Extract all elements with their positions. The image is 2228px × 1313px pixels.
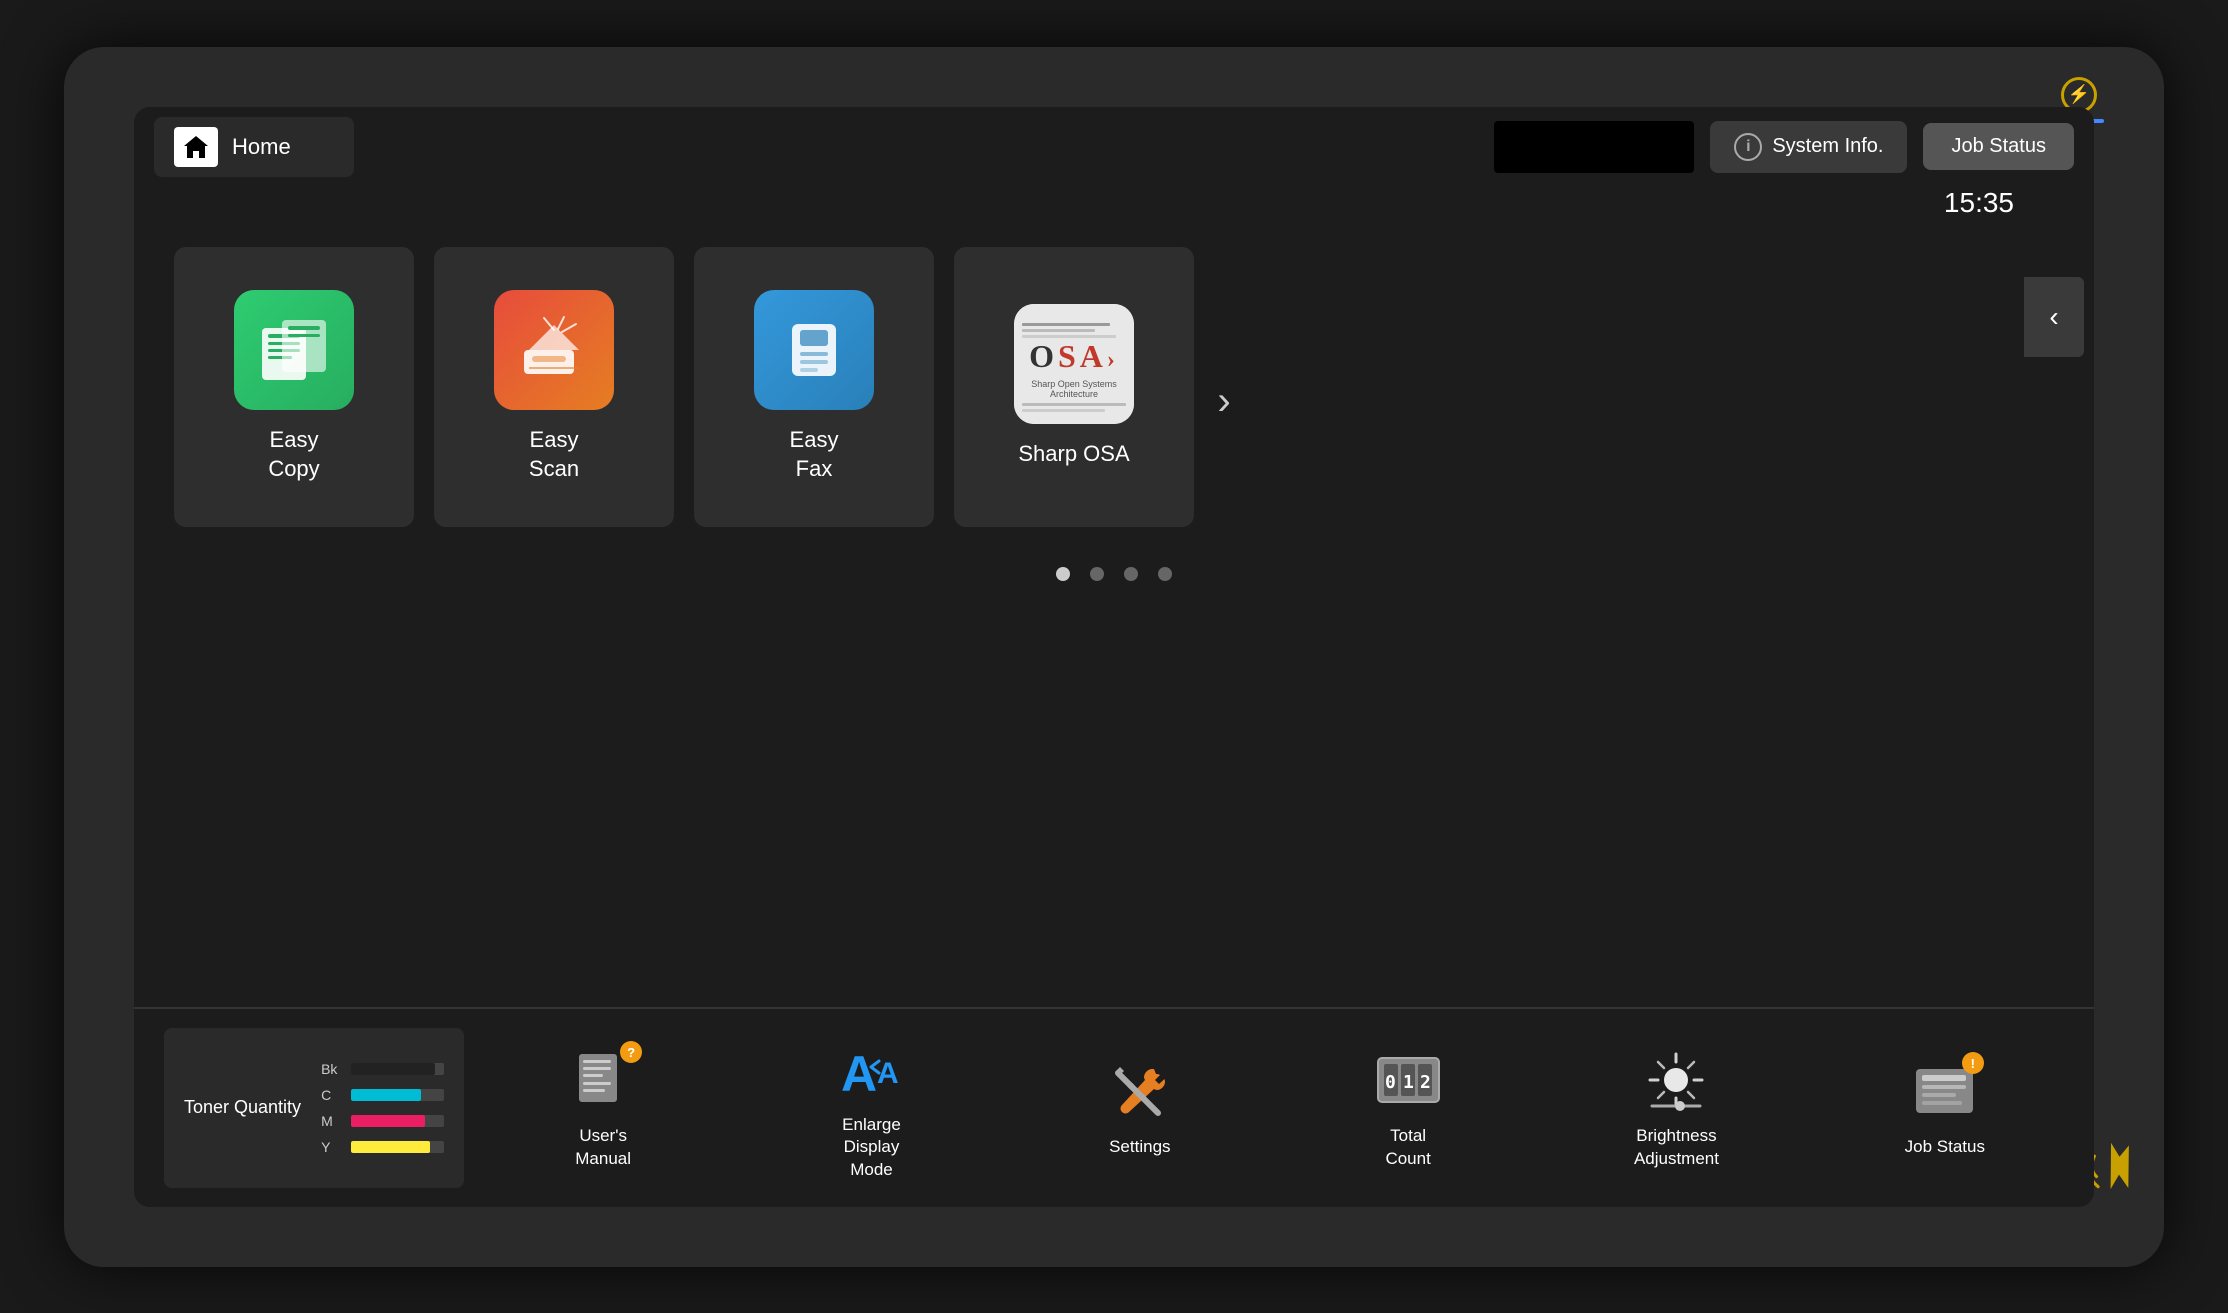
settings-label: Settings [1109,1136,1170,1158]
home-label: Home [232,134,291,160]
grid-row: EasyCopy [174,247,2054,557]
main-content: ‹ [134,227,2094,1007]
job-status-badge: ! [1962,1052,1984,1074]
toner-bar-bg-c [351,1089,444,1101]
easy-scan-icon [494,290,614,410]
users-manual-label: User'sManual [575,1125,631,1169]
info-icon: i [1734,133,1762,161]
app-tile-easy-copy[interactable]: EasyCopy [174,247,414,527]
toner-fill-m [351,1115,425,1127]
job-status-bottom-button[interactable]: ! Job Status [1895,1056,1995,1158]
toner-row-y: Y [321,1139,444,1155]
toner-row-m: M [321,1113,444,1129]
app-tile-easy-scan[interactable]: EasyScan [434,247,674,527]
enlarge-display-label: EnlargeDisplayMode [842,1114,901,1180]
sharp-osa-label: Sharp OSA [1018,440,1129,469]
device-frame: ⚡ Home i System In [64,47,2164,1267]
users-manual-badge: ? [620,1041,642,1063]
enlarge-display-icon-container: A A [836,1034,906,1104]
grid-next-icon: › [1217,379,1230,424]
toner-bars: Bk C M [321,1061,444,1155]
brightness-label: BrightnessAdjustment [1634,1125,1719,1169]
easy-fax-label: EasyFax [790,426,839,483]
easy-copy-label: EasyCopy [268,426,319,483]
header-display [1494,121,1694,173]
toner-fill-y [351,1141,430,1153]
toner-bar-bg-m [351,1115,444,1127]
easy-fax-icon [754,290,874,410]
pagination-dots [1056,567,1172,581]
easy-scan-label: EasyScan [529,426,579,483]
screen: Home i System Info. Job Status 15:35 ‹ [134,107,2094,1207]
toner-label: Toner Quantity [184,1095,301,1120]
total-count-icon: 0 1 2 [1376,1050,1441,1110]
app-grid: EasyCopy [174,247,1194,527]
job-status-header-label: Job Status [1951,135,2046,157]
toner-key-m: M [321,1113,341,1129]
dot-4[interactable] [1158,567,1172,581]
enlarge-display-button[interactable]: A A EnlargeDisplayMode [821,1034,921,1180]
toner-row-bk: Bk [321,1061,444,1077]
toner-key-c: C [321,1087,341,1103]
users-manual-button[interactable]: ? User'sManual [553,1045,653,1169]
toner-bar-bg-bk [351,1063,444,1075]
svg-text:1: 1 [1403,1072,1414,1093]
grid-next-button[interactable]: › [1194,247,1254,557]
bottom-bar: Toner Quantity Bk C [134,1007,2094,1207]
brightness-icon [1644,1048,1709,1113]
system-info-button[interactable]: i System Info. [1710,121,1907,173]
toner-key-y: Y [321,1139,341,1155]
toner-key-bk: Bk [321,1061,341,1077]
job-status-icon-container: ! [1910,1056,1980,1126]
home-button[interactable]: Home [154,117,354,177]
toner-fill-c [351,1089,421,1101]
bottom-actions: ? User'sManual A A [484,1034,2064,1180]
system-info-label: System Info. [1772,135,1883,158]
enlarge-display-icon: A A [839,1039,904,1099]
toner-bar-bg-y [351,1141,444,1153]
brightness-button[interactable]: BrightnessAdjustment [1626,1045,1726,1169]
sharp-osa-icon: OSA› Sharp Open Systems Architecture [1014,304,1134,424]
easy-copy-icon [234,290,354,410]
time-display: 15:35 [134,187,2094,227]
app-tile-easy-fax[interactable]: EasyFax [694,247,934,527]
job-status-bottom-label: Job Status [1905,1136,1985,1158]
svg-text:2: 2 [1420,1072,1431,1093]
clock: 15:35 [1944,187,2014,219]
job-status-header-button[interactable]: Job Status [1923,123,2074,170]
settings-icon [1110,1061,1170,1121]
dot-1[interactable] [1056,567,1070,581]
svg-text:A: A [841,1046,877,1099]
app-tile-sharp-osa[interactable]: OSA› Sharp Open Systems Architecture Sha… [954,247,1194,527]
dot-2[interactable] [1090,567,1104,581]
toner-section: Toner Quantity Bk C [164,1028,464,1188]
home-icon [174,127,218,167]
total-count-icon-container: 0 1 2 [1373,1045,1443,1115]
total-count-label: TotalCount [1385,1125,1430,1169]
toner-row-c: C [321,1087,444,1103]
collapse-arrow-icon: ‹ [2049,301,2058,333]
settings-button[interactable]: Settings [1090,1056,1190,1158]
collapse-panel-button[interactable]: ‹ [2024,277,2084,357]
total-count-button[interactable]: 0 1 2 TotalCount [1358,1045,1458,1169]
header: Home i System Info. Job Status [134,107,2094,187]
svg-text:0: 0 [1385,1072,1396,1093]
settings-icon-container [1105,1056,1175,1126]
brightness-icon-container [1641,1045,1711,1115]
app-grid-area: EasyCopy [134,227,2094,1007]
dot-3[interactable] [1124,567,1138,581]
users-manual-icon-container: ? [568,1045,638,1115]
toner-fill-bk [351,1063,435,1075]
